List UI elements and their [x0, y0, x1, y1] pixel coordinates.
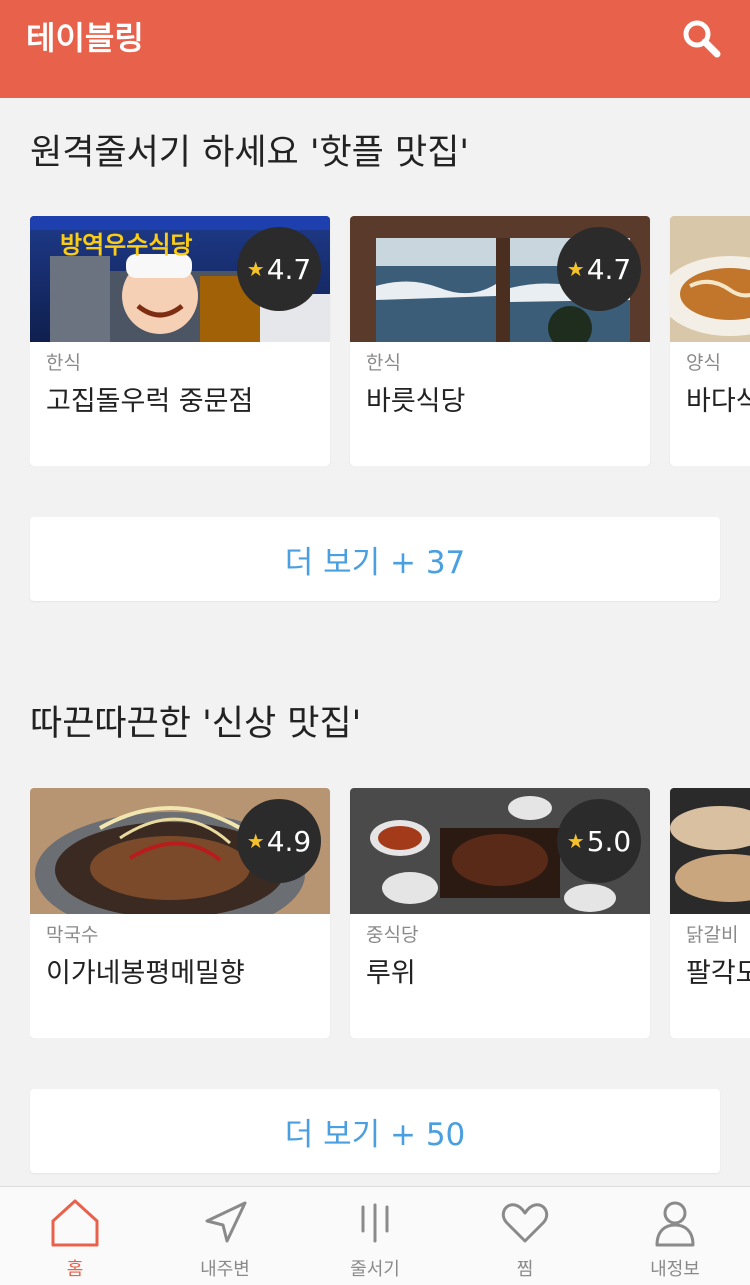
restaurant-card[interactable]: 양식 바다식: [670, 216, 750, 466]
photo-caption: 방역우수식당: [60, 231, 192, 259]
restaurant-name: 고집돌우럭 중문점: [46, 386, 254, 417]
star-icon: ★: [566, 829, 585, 853]
tab-my-info[interactable]: 내정보: [600, 1187, 750, 1285]
restaurant-category: 닭갈비: [686, 924, 739, 946]
restaurant-card[interactable]: 닭갈비 팔각도: [670, 788, 750, 1038]
restaurant-name: 루위: [366, 958, 416, 989]
rating-score: 4.7: [266, 252, 312, 286]
search-icon: [683, 20, 721, 58]
more-button-new[interactable]: 더 보기 + 50: [30, 1089, 720, 1173]
location-arrow-icon: [205, 1201, 247, 1243]
more-button-hot[interactable]: 더 보기 + 37: [30, 517, 720, 601]
bottom-tab-bar: 홈 내주변 줄서기 찜 내정보: [0, 1186, 750, 1285]
restaurant-photo: [670, 788, 750, 914]
restaurant-category: 한식: [366, 352, 401, 374]
card-row-hot: 방역우수식당 ★ 4.7 한식 고집돌우럭 중문점 ★ 4.7 한식 바릇식당 …: [30, 216, 750, 466]
restaurant-category: 양식: [686, 352, 721, 374]
heart-icon: [501, 1203, 549, 1243]
tab-home[interactable]: 홈: [0, 1187, 150, 1285]
app-header: 테이블링: [0, 0, 750, 98]
tab-label: 찜: [516, 1259, 534, 1280]
restaurant-card[interactable]: ★ 4.9 막국수 이가네봉평메밀향: [30, 788, 330, 1038]
restaurant-name: 이가네봉평메밀향: [46, 958, 245, 989]
restaurant-card[interactable]: ★ 5.0 중식당 루위: [350, 788, 650, 1038]
star-icon: ★: [246, 257, 265, 281]
section-title-new: 따끈따끈한 '신상 맛집': [30, 704, 362, 744]
restaurant-card[interactable]: ★ 4.7 한식 바릇식당: [350, 216, 650, 466]
tab-queue[interactable]: 줄서기: [300, 1187, 450, 1285]
tab-favorites[interactable]: 찜: [450, 1187, 600, 1285]
tab-label: 내정보: [650, 1259, 700, 1280]
restaurant-name: 바다식: [686, 386, 750, 417]
home-icon: [51, 1199, 99, 1247]
tab-nearby[interactable]: 내주변: [150, 1187, 300, 1285]
restaurant-category: 한식: [46, 352, 81, 374]
rating-badge: ★ 4.7: [237, 227, 321, 311]
restaurant-name: 팔각도: [686, 958, 750, 989]
star-icon: ★: [566, 257, 585, 281]
card-row-new: ★ 4.9 막국수 이가네봉평메밀향 ★ 5.0 중식당 루위 닭갈비 팔각도: [30, 788, 750, 1038]
app-title: 테이블링: [26, 19, 144, 57]
queue-lines-icon: [361, 1203, 389, 1243]
user-icon: [655, 1201, 695, 1247]
restaurant-card[interactable]: 방역우수식당 ★ 4.7 한식 고집돌우럭 중문점: [30, 216, 330, 466]
star-icon: ★: [246, 829, 265, 853]
tab-label: 내주변: [200, 1259, 250, 1280]
rating-badge: ★ 5.0: [557, 799, 641, 883]
rating-score: 5.0: [586, 824, 632, 858]
rating-score: 4.7: [586, 252, 632, 286]
tab-label: 줄서기: [350, 1259, 400, 1280]
search-button[interactable]: [678, 16, 726, 64]
rating-badge: ★ 4.7: [557, 227, 641, 311]
rating-badge: ★ 4.9: [237, 799, 321, 883]
restaurant-name: 바릇식당: [366, 386, 466, 417]
restaurant-photo: [670, 216, 750, 342]
restaurant-category: 중식당: [366, 924, 419, 946]
restaurant-category: 막국수: [46, 924, 99, 946]
rating-score: 4.9: [266, 824, 312, 858]
tab-label: 홈: [66, 1259, 84, 1280]
section-title-hot: 원격줄서기 하세요 '핫플 맛집': [30, 133, 470, 173]
